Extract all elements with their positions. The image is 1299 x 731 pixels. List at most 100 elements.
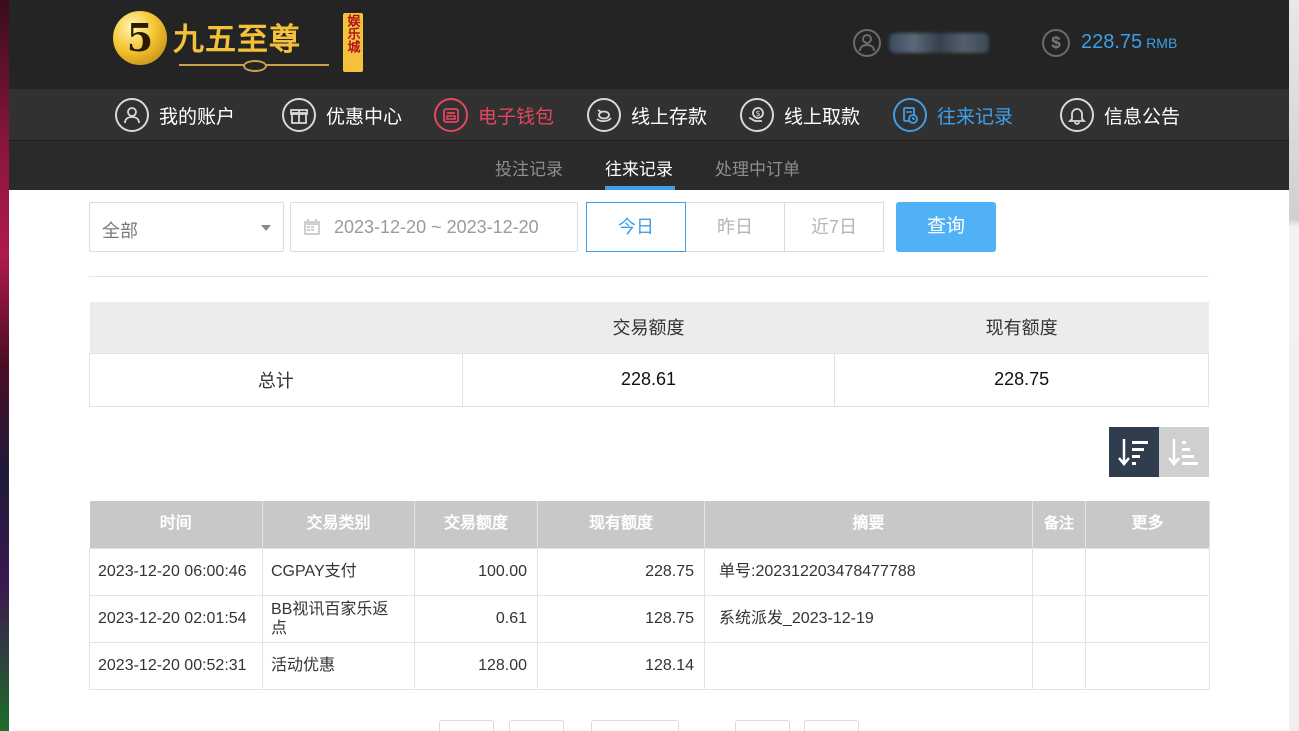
nav-item-deposit[interactable]: 线上存款: [587, 98, 707, 132]
nav-item-withdraw[interactable]: $ 线上取款: [740, 98, 860, 132]
pagination-page-input[interactable]: [591, 720, 679, 731]
sort-descending-icon: [1118, 439, 1148, 466]
nav-item-wallet[interactable]: 电子钱包: [434, 98, 554, 132]
summary-header-balance: 现有额度: [834, 302, 1209, 353]
nav-item-my-account[interactable]: 我的账户: [115, 98, 235, 132]
header-summary: 摘要: [704, 501, 1033, 548]
cell-more: [1085, 594, 1210, 643]
left-background-strip: [0, 0, 9, 731]
transaction-type-select[interactable]: 全部: [89, 202, 284, 252]
cell-time: 2023-12-20 06:00:46: [89, 547, 263, 596]
header-more: 更多: [1085, 501, 1210, 548]
balance-currency: RMB: [1146, 35, 1178, 51]
cell-summary: 系统派发_2023-12-19: [704, 594, 1033, 643]
username-redacted: [889, 33, 989, 53]
cell-type: CGPAY支付: [262, 547, 415, 596]
caret-down-icon: [261, 225, 271, 231]
header-time: 时间: [89, 501, 263, 548]
bell-icon: [1060, 98, 1094, 132]
summary-table: 交易额度 现有额度 总计 228.61 228.75: [89, 302, 1209, 407]
nav-item-announcements[interactable]: 信息公告: [1060, 98, 1180, 132]
cell-remark: [1032, 547, 1086, 596]
subtab-pending-orders[interactable]: 处理中订单: [715, 155, 800, 180]
quick-yesterday-button[interactable]: 昨日: [685, 202, 785, 252]
records-table: 时间 交易类别 交易额度 现有额度 摘要 备注 更多 2023-12-20 06…: [89, 501, 1210, 690]
wallet-icon: [434, 98, 468, 132]
summary-total-amount: 228.61: [461, 352, 836, 407]
subtab-transaction-records[interactable]: 往来记录: [605, 155, 673, 180]
nav-item-records[interactable]: 往来记录: [893, 98, 1013, 132]
gift-icon: [282, 98, 316, 132]
sort-ascending-icon: [1168, 439, 1198, 466]
select-value: 全部: [102, 221, 138, 241]
nav-label: 信息公告: [1104, 106, 1181, 128]
table-row: 2023-12-20 06:00:46 CGPAY支付 100.00 228.7…: [89, 547, 1210, 596]
cell-summary: [704, 641, 1033, 690]
header-type: 交易类别: [262, 501, 415, 548]
nav-item-promotions[interactable]: 优惠中心: [282, 98, 402, 132]
sort-ascending-button[interactable]: [1159, 427, 1209, 477]
summary-total-row: 总计 228.61 228.75: [89, 352, 1209, 407]
right-background-strip: [1289, 0, 1299, 731]
subtab-bet-records[interactable]: 投注记录: [495, 155, 563, 180]
summary-header-row: 交易额度 现有额度: [89, 302, 1209, 353]
brand-badge: 娱乐城: [343, 13, 363, 72]
cell-type: 活动优惠: [262, 641, 415, 690]
active-tab-indicator: [605, 186, 675, 190]
brand-logo[interactable]: 5 九五至尊 娱乐城: [113, 10, 363, 74]
cell-summary: 单号:202312203478477788: [704, 547, 1033, 596]
section-divider: [89, 276, 1209, 277]
pagination-next-button[interactable]: [735, 720, 790, 731]
summary-header-amount: 交易额度: [462, 302, 835, 353]
cell-more: [1085, 547, 1210, 596]
cell-more: [1085, 641, 1210, 690]
brand-name: 九五至尊: [173, 22, 301, 58]
pagination-first-button[interactable]: [439, 720, 494, 731]
record-icon: [893, 98, 927, 132]
table-row: 2023-12-20 00:52:31 活动优惠 128.00 128.14: [89, 641, 1210, 690]
cell-remark: [1032, 594, 1086, 643]
summary-total-balance: 228.75: [834, 352, 1209, 407]
brand-badge-text: 娱乐城: [345, 14, 361, 53]
cell-time: 2023-12-20 00:52:31: [89, 641, 263, 690]
header-amount: 交易额度: [414, 501, 538, 548]
pagination-prev-button[interactable]: [509, 720, 564, 731]
header-remark: 备注: [1032, 501, 1086, 548]
cell-balance: 128.75: [537, 594, 705, 643]
nav-label: 优惠中心: [326, 106, 403, 128]
cell-amount: 100.00: [414, 547, 538, 596]
user-icon[interactable]: [853, 29, 881, 57]
main-nav: 我的账户 优惠中心 电子钱包 线上存款 $ 线上取款 往来记录 信息公告: [9, 89, 1289, 141]
quick-today-button[interactable]: 今日: [586, 202, 686, 252]
summary-header-blank: [89, 302, 463, 353]
logo-emblem-icon: 5: [113, 11, 167, 65]
pagination-last-button[interactable]: [804, 720, 859, 731]
user-circle-icon: [115, 98, 149, 132]
records-header-row: 时间 交易类别 交易额度 现有额度 摘要 备注 更多: [89, 501, 1210, 548]
svg-text:$: $: [756, 109, 761, 118]
dollar-coin-icon: $: [1042, 29, 1070, 57]
page-frame: 5 九五至尊 娱乐城 $ 228.75 RMB 我的账户 优惠中心 电子钱包 线…: [9, 0, 1289, 731]
nav-label: 我的账户: [159, 106, 236, 128]
summary-total-label: 总计: [89, 352, 463, 407]
logo-ornament: [179, 60, 329, 72]
header-bar: 5 九五至尊 娱乐城 $ 228.75 RMB: [9, 0, 1289, 89]
cell-balance: 228.75: [537, 547, 705, 596]
sub-nav: 投注记录 往来记录 处理中订单: [9, 141, 1289, 190]
nav-label: 线上取款: [784, 106, 861, 128]
cell-time: 2023-12-20 02:01:54: [89, 594, 263, 643]
sort-descending-button[interactable]: [1109, 427, 1159, 477]
nav-label: 电子钱包: [478, 106, 555, 128]
search-button[interactable]: 查询: [896, 202, 996, 252]
cell-type: BB视讯百家乐返点: [262, 594, 415, 643]
withdraw-icon: $: [740, 98, 774, 132]
account-balance: 228.75 RMB: [1081, 31, 1177, 54]
date-range-picker[interactable]: 2023-12-20 ~ 2023-12-20: [290, 202, 578, 252]
cell-remark: [1032, 641, 1086, 690]
quick-7days-button[interactable]: 近7日: [784, 202, 884, 252]
nav-label: 线上存款: [631, 106, 708, 128]
date-range-value: 2023-12-20 ~ 2023-12-20: [334, 217, 539, 237]
cell-amount: 0.61: [414, 594, 538, 643]
cell-balance: 128.14: [537, 641, 705, 690]
table-row: 2023-12-20 02:01:54 BB视讯百家乐返点 0.61 128.7…: [89, 594, 1210, 643]
